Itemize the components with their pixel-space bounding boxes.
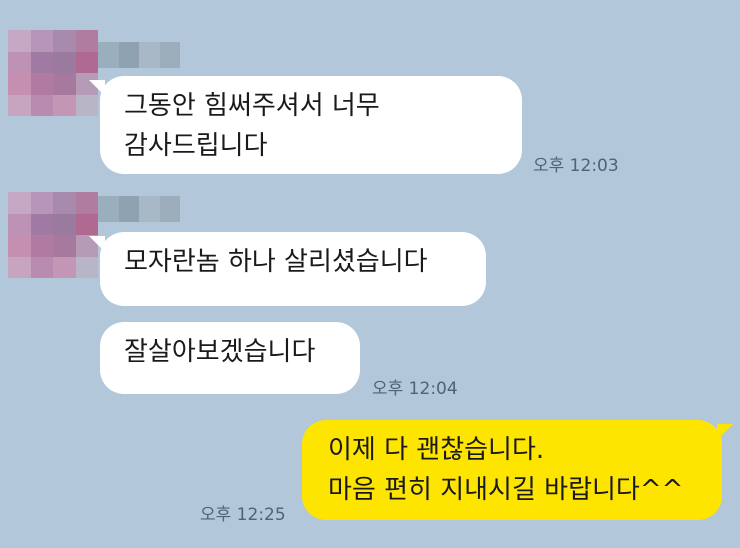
sender-avatar[interactable] — [8, 192, 98, 278]
message-bubble[interactable]: 모자란놈 하나 살리셨습니다 — [89, 232, 486, 306]
sender-name-blurred — [98, 42, 180, 68]
chat-room: 그동안 힘써주셔서 너무 감사드립니다 오후 12:03 모자란놈 하나 살리셨… — [0, 0, 740, 548]
message-bubble[interactable]: 잘살아보겠습니다 — [100, 322, 360, 394]
message-bubble[interactable]: 그동안 힘써주셔서 너무 감사드립니다 — [89, 76, 522, 174]
message-time: 오후 12:25 — [200, 505, 286, 525]
message-time: 오후 12:03 — [533, 156, 619, 176]
message-time: 오후 12:04 — [372, 379, 458, 399]
sender-name-blurred — [98, 196, 180, 222]
sender-avatar[interactable] — [8, 30, 98, 116]
my-message-bubble[interactable]: 이제 다 괜찮습니다. 마음 편히 지내시길 바랍니다^^ — [302, 420, 733, 520]
